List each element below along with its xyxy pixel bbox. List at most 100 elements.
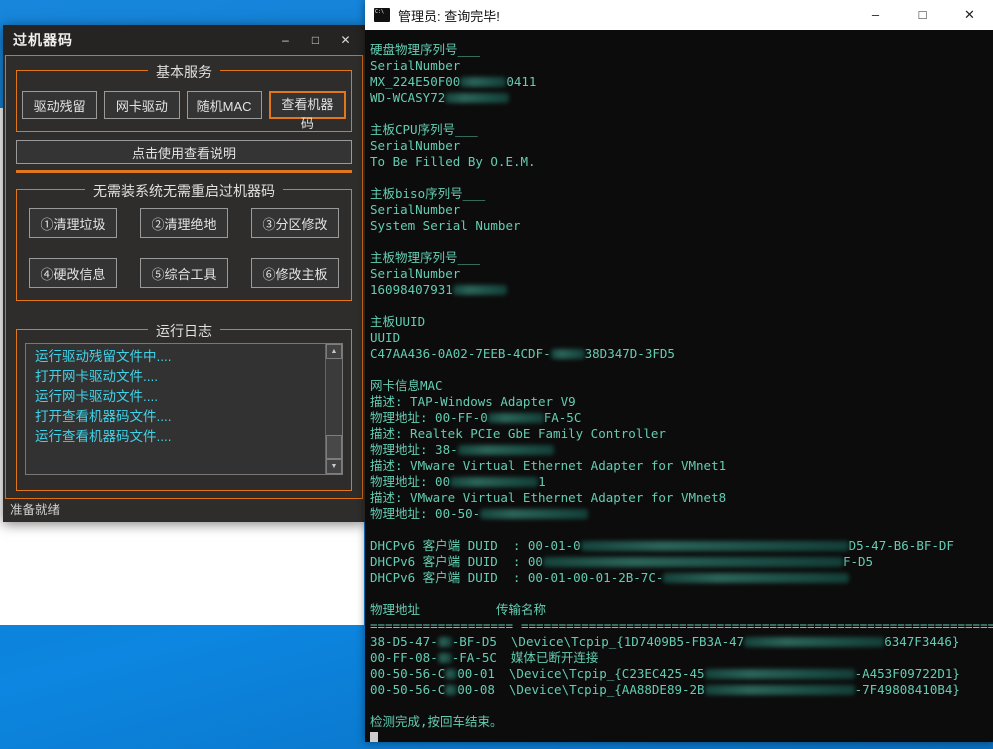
redaction-blur [663, 573, 849, 583]
redaction-blur [460, 77, 506, 87]
orange-separator [16, 170, 352, 173]
console-text: ========================================… [521, 618, 993, 633]
console-text: SerialNumber [370, 202, 460, 217]
console-text: \Device\Tcpip_{C23EC425-45 [509, 666, 705, 681]
console-line: 00-50-56-C00-01\Device\Tcpip_{C23EC425-4… [370, 666, 993, 682]
status-bar: 准备就绪 [3, 499, 365, 522]
console-line: SerialNumber [370, 266, 993, 282]
console-line: 网卡信息MAC [370, 378, 993, 394]
console-line: 描述: TAP-Windows Adapter V9 [370, 394, 993, 410]
button-view-machine-code[interactable]: 查看机器码 [269, 91, 346, 119]
maximize-icon[interactable]: □ [309, 33, 322, 47]
console-line: 主板物理序列号___ [370, 250, 993, 266]
console-line: MX_224E50F000411 [370, 74, 993, 90]
console-text: SerialNumber [370, 138, 460, 153]
console-text: 16098407931 [370, 282, 453, 297]
redaction-blur [705, 669, 855, 679]
redaction-blur [450, 477, 538, 487]
button-hard-modify-info[interactable]: ④硬改信息 [29, 258, 117, 288]
console-title: 管理员: 查询完毕! [398, 6, 500, 25]
console-text: 00-FF-08- [370, 650, 438, 665]
redaction-blur [445, 93, 509, 103]
button-nic-driver[interactable]: 网卡驱动 [104, 91, 179, 119]
console-text: D5-47-B6-BF-DF [849, 538, 954, 553]
help-button[interactable]: 点击使用查看说明 [16, 140, 352, 164]
console-line: To Be Filled By O.E.M. [370, 154, 993, 170]
button-partition-modify[interactable]: ③分区修改 [251, 208, 339, 238]
console-line: SerialNumber [370, 58, 993, 74]
button-random-mac[interactable]: 随机MAC [187, 91, 262, 119]
scrollbar-thumb[interactable] [326, 435, 342, 459]
console-line: 硬盘物理序列号___ [370, 42, 993, 58]
scroll-down-icon[interactable]: ▼ [326, 459, 342, 474]
console-text: 00-50-56-C [370, 682, 445, 697]
console-line: DHCPv6 客户端 DUID : 00F-D5 [370, 554, 993, 570]
redaction-blur [453, 285, 507, 295]
group-basic-legend: 基本服务 [148, 62, 220, 82]
redaction-blur [705, 685, 855, 695]
console-line: 38-D5-47--BF-D5\Device\Tcpip_{1D7409B5-F… [370, 634, 993, 650]
console-text: 物理地址 [370, 602, 420, 617]
console-text: 00-50-56-C [370, 666, 445, 681]
console-text: 主板UUID [370, 314, 425, 329]
scroll-up-icon[interactable]: ▲ [326, 344, 342, 359]
console-line: SerialNumber [370, 138, 993, 154]
console-text: \Device\Tcpip_{AA88DE89-2B [509, 682, 705, 697]
group-no-reinstall-legend: 无需装系统无需重启过机器码 [85, 181, 283, 201]
console-line: 16098407931 [370, 282, 993, 298]
log-listbox[interactable]: 运行驱动残留文件中.... 打开网卡驱动文件.... 运行网卡驱动文件.... … [25, 343, 343, 475]
console-line: 检测完成,按回车结束。 [370, 714, 993, 730]
group-basic-services: 基本服务 驱动残留 网卡驱动 随机MAC 查看机器码 [16, 70, 352, 132]
button-clean-junk[interactable]: ①清理垃圾 [29, 208, 117, 238]
console-output: 硬盘物理序列号___SerialNumberMX_224E50F000411WD… [365, 30, 993, 742]
button-toolbox[interactable]: ⑤综合工具 [140, 258, 228, 288]
close-icon[interactable]: ✕ [946, 0, 993, 30]
console-text: 描述: VMware Virtual Ethernet Adapter for … [370, 490, 726, 505]
console-line: DHCPv6 客户端 DUID : 00-01-0D5-47-B6-BF-DF [370, 538, 993, 554]
minimize-icon[interactable]: – [279, 33, 292, 47]
console-line [370, 106, 993, 122]
console-cursor [370, 732, 378, 742]
log-scrollbar[interactable]: ▲ ▼ [325, 344, 342, 474]
console-text: MX_224E50F00 [370, 74, 460, 89]
console-line: 物理地址 传输名称 [370, 602, 993, 618]
close-icon[interactable]: ✕ [339, 33, 352, 47]
redaction-blur [480, 509, 588, 519]
redaction-blur [438, 637, 452, 647]
console-text: DHCPv6 客户端 DUID : 00-01-00-01-2B-7C- [370, 570, 663, 585]
console-line: 主板UUID [370, 314, 993, 330]
console-line: WD-WCASY72 [370, 90, 993, 106]
console-line: 00-FF-08--FA-5C媒体已断开连接 [370, 650, 993, 666]
button-clean-pubg[interactable]: ②清理绝地 [140, 208, 228, 238]
console-text: 硬盘物理序列号___ [370, 42, 480, 57]
minimize-icon[interactable]: – [852, 0, 899, 30]
button-modify-mainboard[interactable]: ⑥修改主板 [251, 258, 339, 288]
console-text: FA-5C [544, 410, 582, 425]
console-titlebar[interactable]: C:\ 管理员: 查询完毕! – □ ✕ [365, 0, 993, 30]
console-line: 物理地址: 00-FF-0FA-5C [370, 410, 993, 426]
scrollbar-track[interactable] [326, 359, 342, 459]
console-text: 传输名称 [496, 602, 546, 617]
console-line: 描述: VMware Virtual Ethernet Adapter for … [370, 458, 993, 474]
console-text: DHCPv6 客户端 DUID : 00 [370, 554, 543, 569]
console-text: =================== [370, 618, 513, 633]
console-text: SerialNumber [370, 58, 460, 73]
console-text: -7F49808410B4} [855, 682, 960, 697]
console-line: 描述: VMware Virtual Ethernet Adapter for … [370, 490, 993, 506]
log-line: 运行查看机器码文件.... [35, 430, 333, 444]
console-text: 38-D5-47- [370, 634, 438, 649]
tool-window: 过机器码 – □ ✕ 基本服务 驱动残留 网卡驱动 随机MAC 查看机器码 点击… [3, 25, 365, 522]
console-line [370, 234, 993, 250]
tool-window-titlebar[interactable]: 过机器码 – □ ✕ [3, 25, 365, 55]
redaction-blur [458, 445, 554, 455]
console-line: 物理地址: 38- [370, 442, 993, 458]
group-run-log-legend: 运行日志 [148, 321, 220, 341]
button-driver-residue[interactable]: 驱动残留 [22, 91, 97, 119]
console-text: 主板biso序列号___ [370, 186, 485, 201]
console-text: To Be Filled By O.E.M. [370, 154, 536, 169]
console-text: 6347F3446} [884, 634, 959, 649]
console-line [370, 698, 993, 714]
maximize-icon[interactable]: □ [899, 0, 946, 30]
redaction-blur [543, 557, 843, 567]
console-text: 38D347D-3FD5 [585, 346, 675, 361]
